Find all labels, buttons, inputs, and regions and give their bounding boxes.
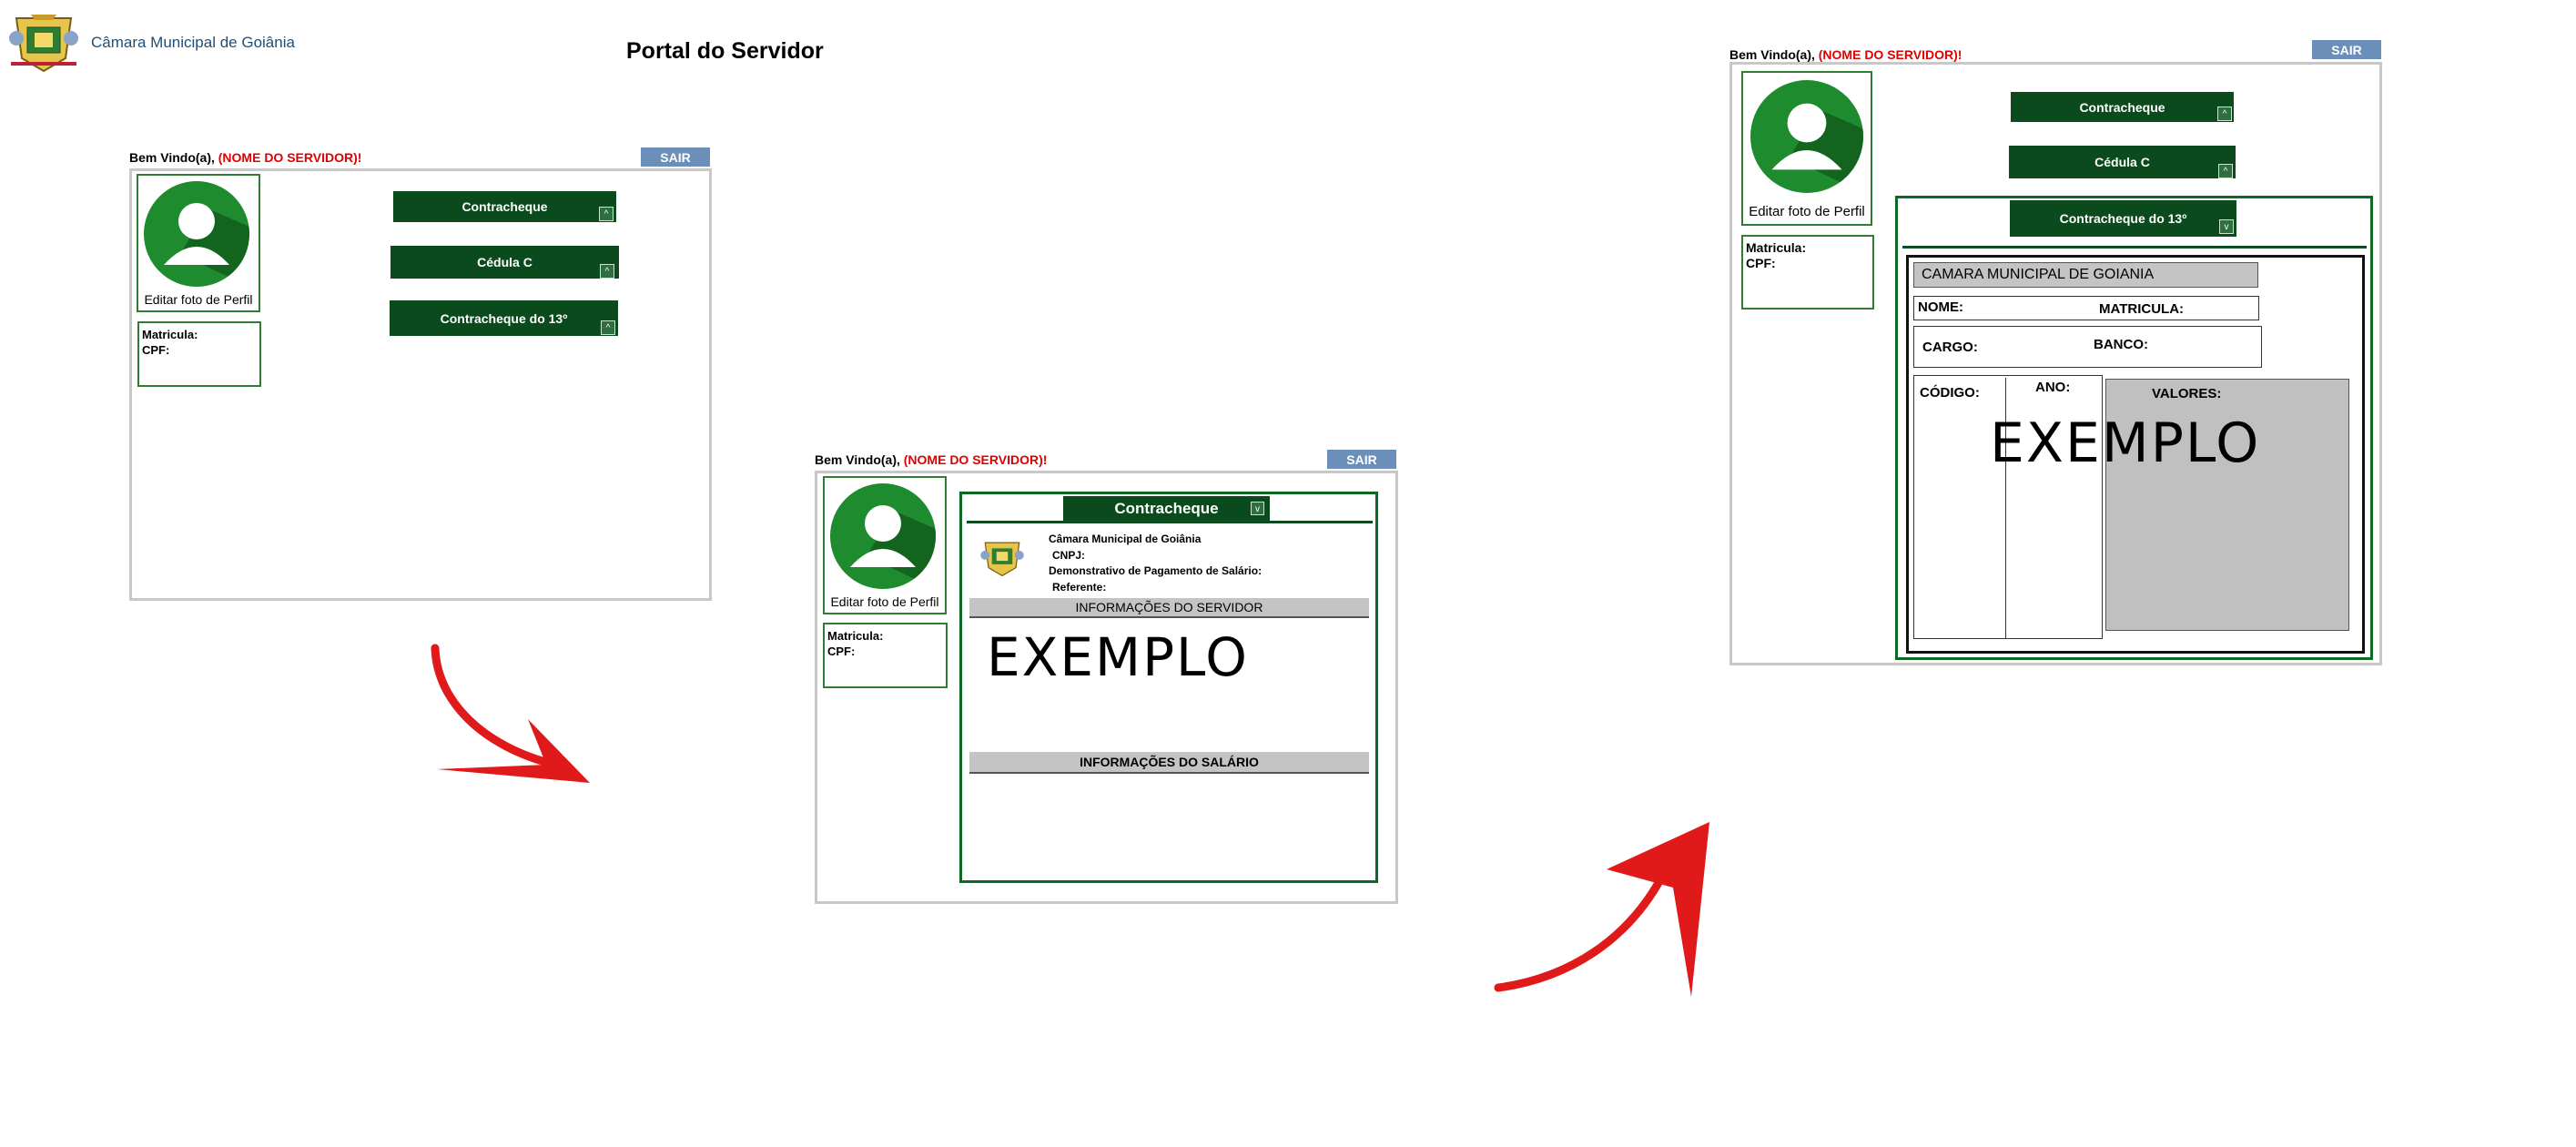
- contracheque-13-button[interactable]: Contracheque do 13º: [390, 300, 618, 336]
- contracheque-button[interactable]: Contracheque: [2011, 92, 2234, 122]
- chevron-up-icon[interactable]: ^: [601, 320, 615, 335]
- chevron-down-icon[interactable]: v: [2219, 219, 2234, 234]
- cpf-label: CPF:: [1746, 256, 1776, 270]
- edit-photo-label[interactable]: Editar foto de Perfil: [825, 594, 945, 609]
- welcome-name: (NOME DO SERVIDOR)!: [218, 150, 362, 165]
- profile-photo-box[interactable]: Editar foto de Perfil: [137, 174, 260, 312]
- info-salario-bar: INFORMAÇÕES DO SALÁRIO: [969, 752, 1369, 774]
- user-avatar-icon: [830, 483, 936, 589]
- contracheque-label: Contracheque: [2079, 99, 2165, 115]
- matricula-label: MATRICULA:: [2099, 301, 2185, 317]
- demonstrativo-label: Demonstrativo de Pagamento de Salário:: [1049, 564, 1263, 577]
- user-info-box: Matricula: CPF:: [137, 321, 261, 387]
- edit-photo-label[interactable]: Editar foto de Perfil: [138, 292, 259, 307]
- city-coat-of-arms-icon: [980, 542, 1024, 577]
- chevron-up-icon[interactable]: ^: [2218, 164, 2233, 178]
- contracheque-button[interactable]: Contracheque: [393, 191, 616, 222]
- codigo-label: CÓDIGO:: [1920, 385, 1980, 401]
- welcome-message: Bem Vindo(a), (NOME DO SERVIDOR)!: [1729, 47, 1962, 62]
- welcome-name: (NOME DO SERVIDOR)!: [1818, 47, 1962, 62]
- referente-label: Referente:: [1052, 581, 1107, 594]
- brand-name: Câmara Municipal de Goiânia: [91, 34, 295, 51]
- brand: Câmara Municipal de Goiânia: [7, 11, 295, 75]
- chevron-up-icon[interactable]: ^: [599, 207, 614, 221]
- contracheque-header-label: Contracheque: [1114, 499, 1219, 517]
- contracheque-13-label: Contracheque do 13º: [2059, 211, 2187, 226]
- welcome-prefix: Bem Vindo(a),: [129, 150, 215, 165]
- cnpj-label: CNPJ:: [1052, 549, 1086, 562]
- welcome-message: Bem Vindo(a), (NOME DO SERVIDOR)!: [129, 150, 361, 165]
- divider: [967, 521, 1373, 523]
- chevron-up-icon[interactable]: ^: [600, 264, 614, 279]
- org-title-bar: CAMARA MUNICIPAL DE GOIANIA: [1913, 262, 2258, 288]
- chevron-down-icon[interactable]: v: [1251, 502, 1264, 515]
- profile-photo-box[interactable]: Editar foto de Perfil: [1741, 71, 1872, 226]
- cedula-button[interactable]: Cédula C: [390, 246, 619, 279]
- red-arrow-icon: [431, 644, 590, 783]
- contracheque-header-button[interactable]: Contracheque: [1063, 496, 1270, 521]
- example-watermark: EXEMPLO: [1990, 411, 2261, 475]
- nome-label: NOME:: [1918, 299, 1963, 315]
- cedula-label: Cédula C: [2094, 155, 2150, 169]
- valores-label: VALORES:: [2152, 386, 2222, 401]
- sair-button[interactable]: SAIR: [1327, 450, 1396, 469]
- cargo-label: CARGO:: [1922, 340, 1978, 355]
- user-avatar-icon: [1750, 80, 1863, 193]
- nome-matricula-box: [1913, 296, 2259, 320]
- contracheque-label: Contracheque: [461, 199, 548, 214]
- matricula-label: Matricula:: [827, 629, 884, 643]
- page-title: Portal do Servidor: [626, 38, 824, 64]
- cedula-label: Cédula C: [477, 255, 532, 269]
- contracheque-13-button[interactable]: Contracheque do 13º: [2010, 200, 2236, 237]
- example-watermark: EXEMPLO: [987, 626, 1249, 688]
- welcome-prefix: Bem Vindo(a),: [1729, 47, 1815, 62]
- welcome-prefix: Bem Vindo(a),: [815, 452, 900, 467]
- divider: [1902, 246, 2367, 249]
- edit-photo-label[interactable]: Editar foto de Perfil: [1743, 204, 1871, 219]
- chevron-up-icon[interactable]: ^: [2217, 107, 2232, 121]
- matricula-label: Matricula:: [142, 328, 198, 341]
- info-servidor-bar: INFORMAÇÕES DO SERVIDOR: [969, 598, 1369, 618]
- sair-button[interactable]: SAIR: [641, 147, 710, 167]
- red-arrow-icon: [1494, 822, 1709, 997]
- city-coat-of-arms-icon: [9, 15, 78, 73]
- ano-label: ANO:: [2035, 380, 2071, 395]
- contracheque-13-label: Contracheque do 13º: [440, 310, 568, 326]
- cedula-button[interactable]: Cédula C: [2009, 146, 2236, 178]
- profile-photo-box[interactable]: Editar foto de Perfil: [823, 476, 947, 614]
- cpf-label: CPF:: [142, 343, 170, 357]
- matricula-label: Matricula:: [1746, 240, 1807, 255]
- sair-button[interactable]: SAIR: [2312, 40, 2381, 59]
- user-info-box: Matricula: CPF:: [823, 623, 948, 688]
- user-avatar-icon: [144, 181, 249, 287]
- banco-label: BANCO:: [2094, 337, 2148, 352]
- user-info-box: Matricula: CPF:: [1741, 235, 1874, 310]
- cpf-label: CPF:: [827, 645, 856, 658]
- welcome-name: (NOME DO SERVIDOR)!: [903, 452, 1048, 467]
- welcome-message: Bem Vindo(a), (NOME DO SERVIDOR)!: [815, 452, 1047, 467]
- org-name: Câmara Municipal de Goiânia: [1049, 533, 1202, 545]
